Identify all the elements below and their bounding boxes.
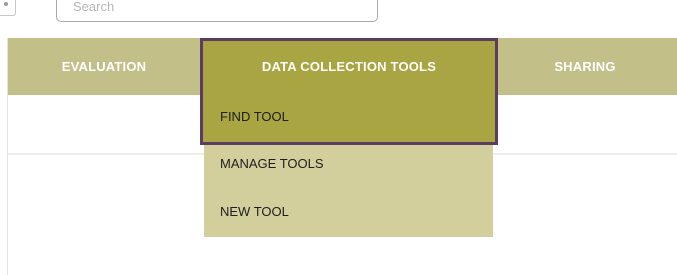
- dropdown-item-manage-tools[interactable]: MANAGE TOOLS: [204, 141, 493, 187]
- dropdown-item-find-tool[interactable]: FIND TOOL: [200, 95, 498, 145]
- dropdown-item-new-tool[interactable]: NEW TOOL: [204, 189, 493, 235]
- nav-item-evaluation[interactable]: EVALUATION: [8, 38, 200, 95]
- nav-item-data-collection-tools[interactable]: DATA COLLECTION TOOLS: [200, 38, 498, 95]
- nav-item-sharing[interactable]: SHARING: [498, 38, 672, 95]
- dot-icon: [4, 2, 8, 6]
- menu-toggle-button[interactable]: [0, 0, 16, 16]
- search-input[interactable]: [56, 0, 378, 22]
